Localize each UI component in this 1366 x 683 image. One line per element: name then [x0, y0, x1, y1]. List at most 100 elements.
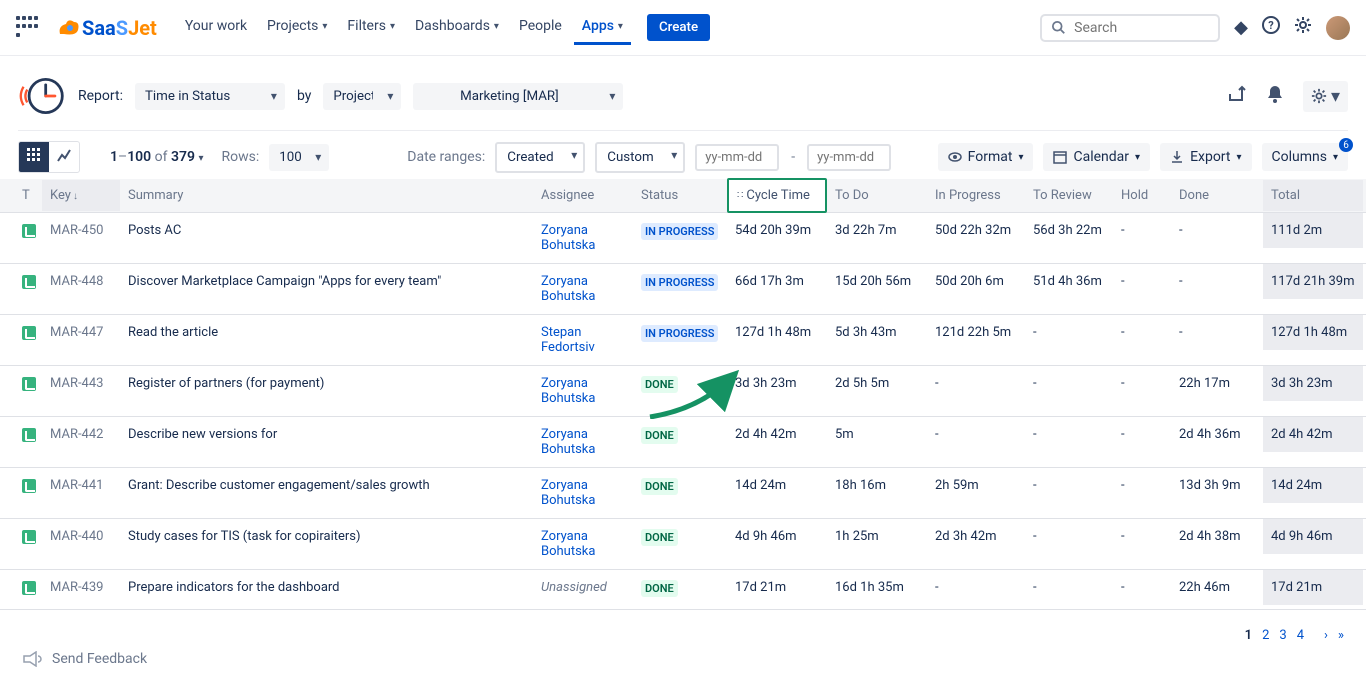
hold-cell: - [1113, 213, 1171, 248]
summary-cell: Grant: Describe customer engagement/sale… [120, 468, 533, 503]
table-row: MAR-443Register of partners (for payment… [0, 366, 1366, 417]
search-input[interactable] [1040, 14, 1220, 42]
hold-cell: - [1113, 519, 1171, 554]
rows-label: Rows: [222, 149, 260, 165]
issue-key-link[interactable]: MAR-442 [50, 427, 103, 442]
done-cell: - [1171, 264, 1263, 299]
in-progress-cell: 2h 59m [927, 468, 1025, 503]
date-from-input[interactable] [695, 144, 779, 171]
grid-view-button[interactable] [19, 142, 49, 172]
table-row: MAR-439Prepare indicators for the dashbo… [0, 570, 1366, 610]
issue-key-link[interactable]: MAR-440 [50, 529, 103, 544]
clock-icon [18, 72, 66, 120]
columns-button[interactable]: Columns▾ [1262, 143, 1348, 171]
report-header: Report: Time in Status by Project Market… [0, 56, 1366, 130]
nav-your-work[interactable]: Your work [177, 10, 255, 45]
table-row: MAR-450Posts ACZoryana BohutskaIN PROGRE… [0, 213, 1366, 264]
export-button[interactable]: Export▾ [1160, 143, 1251, 171]
date-range-custom-select[interactable]: Custom [595, 142, 685, 173]
chart-view-button[interactable] [49, 142, 79, 172]
status-badge: IN PROGRESS [641, 223, 718, 240]
nav-filters[interactable]: Filters▾ [339, 10, 403, 45]
report-label: Report: [78, 88, 123, 104]
col-key[interactable]: Key↓ [42, 180, 120, 211]
bell-icon[interactable] [1265, 84, 1285, 109]
col-done[interactable]: Done [1171, 180, 1263, 211]
col-type[interactable]: T [0, 180, 42, 211]
col-in-progress[interactable]: In Progress [927, 180, 1025, 211]
page-link[interactable]: 3 [1279, 628, 1286, 643]
rows-select[interactable]: 100 [269, 144, 329, 171]
issue-type-icon [22, 581, 36, 595]
help-icon[interactable]: ? [1262, 16, 1280, 39]
status-badge: DONE [641, 427, 678, 444]
date-ranges-label: Date ranges: [407, 149, 485, 165]
col-summary[interactable]: Summary [120, 180, 533, 211]
assignee-link[interactable]: Zoryana Bohutska [541, 427, 595, 457]
total-cell: 127d 1h 48m [1263, 315, 1363, 350]
page-next[interactable]: › [1324, 628, 1328, 643]
to-review-cell: - [1025, 366, 1113, 401]
export-icon [1170, 150, 1184, 164]
by-select[interactable]: Project [323, 83, 401, 110]
col-status[interactable]: Status [633, 180, 727, 211]
in-progress-cell: - [927, 570, 1025, 605]
logo[interactable]: SaaSJet [56, 16, 157, 40]
settings-icon[interactable] [1294, 16, 1312, 39]
sort-desc-icon: ↓ [73, 191, 78, 202]
nav-projects[interactable]: Projects▾ [259, 10, 335, 45]
page-last[interactable]: » [1338, 628, 1344, 643]
col-assignee[interactable]: Assignee [533, 180, 633, 211]
in-progress-cell: 2d 3h 42m [927, 519, 1025, 554]
format-button[interactable]: Format▾ [938, 143, 1034, 171]
issue-key-link[interactable]: MAR-443 [50, 376, 103, 391]
toolbar: 1–100 of 379 ▾ Rows: 100 Date ranges: Cr… [0, 135, 1366, 179]
page-link[interactable]: 4 [1297, 628, 1304, 643]
nav-apps[interactable]: Apps▾ [574, 10, 631, 45]
col-cycle-time[interactable]: ∷Cycle Time [727, 178, 827, 213]
todo-cell: 2d 5h 5m [827, 366, 927, 401]
pagination: 1 234 › » [0, 610, 1366, 651]
nav-dashboards[interactable]: Dashboards▾ [407, 10, 507, 45]
page-current[interactable]: 1 [1245, 628, 1252, 643]
col-todo[interactable]: To Do [827, 180, 927, 211]
issue-key-link[interactable]: MAR-448 [50, 274, 103, 289]
page-link[interactable]: 2 [1262, 628, 1269, 643]
assignee-link[interactable]: Zoryana Bohutska [541, 529, 595, 559]
avatar[interactable] [1326, 16, 1350, 40]
calendar-button[interactable]: Calendar▾ [1043, 143, 1150, 171]
nav-people[interactable]: People [511, 10, 570, 45]
issue-key-link[interactable]: MAR-447 [50, 325, 103, 340]
todo-cell: 15d 20h 56m [827, 264, 927, 299]
assignee-link[interactable]: Zoryana Bohutska [541, 376, 595, 406]
in-progress-cell: 50d 20h 6m [927, 264, 1025, 299]
col-hold[interactable]: Hold [1113, 180, 1171, 211]
to-review-cell: - [1025, 570, 1113, 605]
share-icon[interactable] [1227, 84, 1247, 109]
total-cell: 111d 2m [1263, 213, 1363, 248]
settings-dropdown[interactable]: ▾ [1303, 81, 1348, 112]
app-switcher-icon[interactable] [16, 16, 40, 40]
project-select[interactable]: Marketing [MAR] [413, 83, 623, 110]
assignee-link[interactable]: Zoryana Bohutska [541, 223, 595, 253]
create-button[interactable]: Create [647, 14, 710, 41]
report-select[interactable]: Time in Status [135, 83, 285, 110]
done-cell: 2d 4h 36m [1171, 417, 1263, 452]
status-badge: IN PROGRESS [641, 325, 718, 342]
date-range-type-select[interactable]: Created [495, 142, 585, 173]
col-total[interactable]: Total [1263, 180, 1363, 211]
report-table: T Key↓ Summary Assignee Status ∷Cycle Ti… [0, 179, 1366, 610]
by-label: by [297, 88, 311, 104]
notifications-icon[interactable]: ◆ [1234, 17, 1248, 38]
assignee-link[interactable]: Stepan Fedortsiv [541, 325, 595, 355]
issue-key-link[interactable]: MAR-441 [50, 478, 103, 493]
assignee-link[interactable]: Zoryana Bohutska [541, 274, 595, 304]
issue-key-link[interactable]: MAR-450 [50, 223, 103, 238]
assignee-link[interactable]: Zoryana Bohutska [541, 478, 595, 508]
date-to-input[interactable] [807, 144, 891, 171]
feedback-link[interactable]: Send Feedback [0, 651, 1366, 683]
result-count: 1–100 of 379 ▾ [110, 149, 204, 165]
col-to-review[interactable]: To Review [1025, 180, 1113, 211]
total-cell: 14d 24m [1263, 468, 1363, 503]
issue-key-link[interactable]: MAR-439 [50, 580, 103, 595]
